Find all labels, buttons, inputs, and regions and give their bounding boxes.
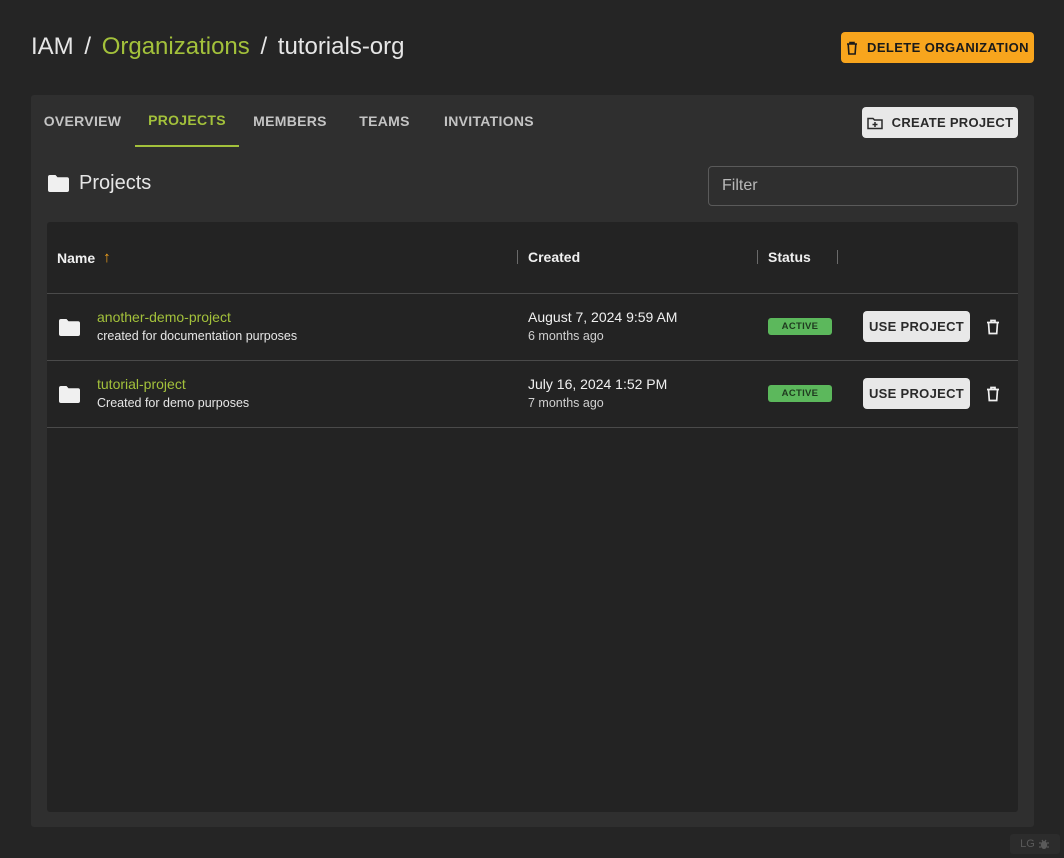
project-description: created for documentation purposes (97, 329, 298, 343)
column-divider[interactable] (517, 250, 518, 264)
table-row[interactable]: another-demo-project created for documen… (47, 294, 1018, 361)
sort-ascending-icon[interactable]: ↑ (103, 249, 111, 266)
use-project-button[interactable]: USE PROJECT (863, 378, 970, 409)
folder-plus-icon (866, 117, 883, 129)
projects-card: OVERVIEW PROJECTS MEMBERS TEAMS INVITATI… (31, 95, 1034, 827)
tab-invitations[interactable]: INVITATIONS (429, 95, 549, 147)
project-name-link[interactable]: tutorial-project (97, 376, 186, 392)
trash-icon[interactable] (986, 386, 1000, 402)
status-badge: ACTIVE (768, 318, 832, 335)
debug-badge-label: LG (1020, 838, 1035, 850)
table-row[interactable]: tutorial-project Created for demo purpos… (47, 361, 1018, 428)
created-relative: 7 months ago (528, 396, 604, 410)
tab-bar: OVERVIEW PROJECTS MEMBERS TEAMS INVITATI… (31, 95, 1034, 147)
created-date: July 16, 2024 1:52 PM (528, 376, 668, 392)
table-header: Name ↑ Created Status (47, 222, 1018, 294)
column-header-created[interactable]: Created (528, 249, 580, 265)
delete-organization-button[interactable]: DELETE ORGANIZATION (841, 32, 1034, 63)
folder-icon (59, 319, 80, 336)
created-relative: 6 months ago (528, 329, 604, 343)
breadcrumb-organizations[interactable]: Organizations (102, 33, 250, 60)
status-badge: ACTIVE (768, 385, 832, 402)
column-created-label: Created (528, 249, 581, 265)
create-project-button[interactable]: CREATE PROJECT (862, 107, 1018, 138)
column-name-label: Name (57, 249, 96, 266)
create-project-label: CREATE PROJECT (891, 115, 1014, 130)
filter-input[interactable] (708, 166, 1018, 206)
bug-icon (1038, 839, 1049, 849)
debug-badge[interactable]: LG (1010, 834, 1060, 854)
folder-icon (48, 175, 69, 192)
section-title-text: Projects (79, 172, 152, 194)
trash-icon (847, 41, 858, 55)
trash-icon[interactable] (986, 319, 1000, 335)
page-header: IAM / Organizations / tutorials-org DELE… (31, 30, 1034, 64)
tab-teams[interactable]: TEAMS (341, 95, 428, 147)
breadcrumb-separator: / (84, 33, 92, 60)
breadcrumb-current: tutorials-org (277, 33, 405, 60)
folder-icon (59, 386, 80, 403)
project-description: Created for demo purposes (97, 396, 250, 410)
tab-projects[interactable]: PROJECTS (135, 95, 239, 147)
project-name-link[interactable]: another-demo-project (97, 309, 231, 325)
section-title: Projects (48, 172, 151, 195)
breadcrumb: IAM / Organizations / tutorials-org (31, 32, 405, 62)
breadcrumb-separator: / (260, 33, 268, 60)
tab-overview[interactable]: OVERVIEW (31, 95, 134, 147)
column-header-status[interactable]: Status (768, 249, 811, 265)
projects-table: Name ↑ Created Status another-demo-proje… (47, 222, 1018, 812)
breadcrumb-root[interactable]: IAM (31, 33, 74, 60)
column-header-name[interactable]: Name ↑ (57, 249, 111, 266)
tab-members[interactable]: MEMBERS (240, 95, 340, 147)
column-divider[interactable] (757, 250, 758, 264)
created-date: August 7, 2024 9:59 AM (528, 309, 678, 325)
column-divider[interactable] (837, 250, 838, 264)
use-project-button[interactable]: USE PROJECT (863, 311, 970, 342)
column-status-label: Status (768, 249, 811, 265)
delete-organization-label: DELETE ORGANIZATION (867, 40, 1029, 55)
